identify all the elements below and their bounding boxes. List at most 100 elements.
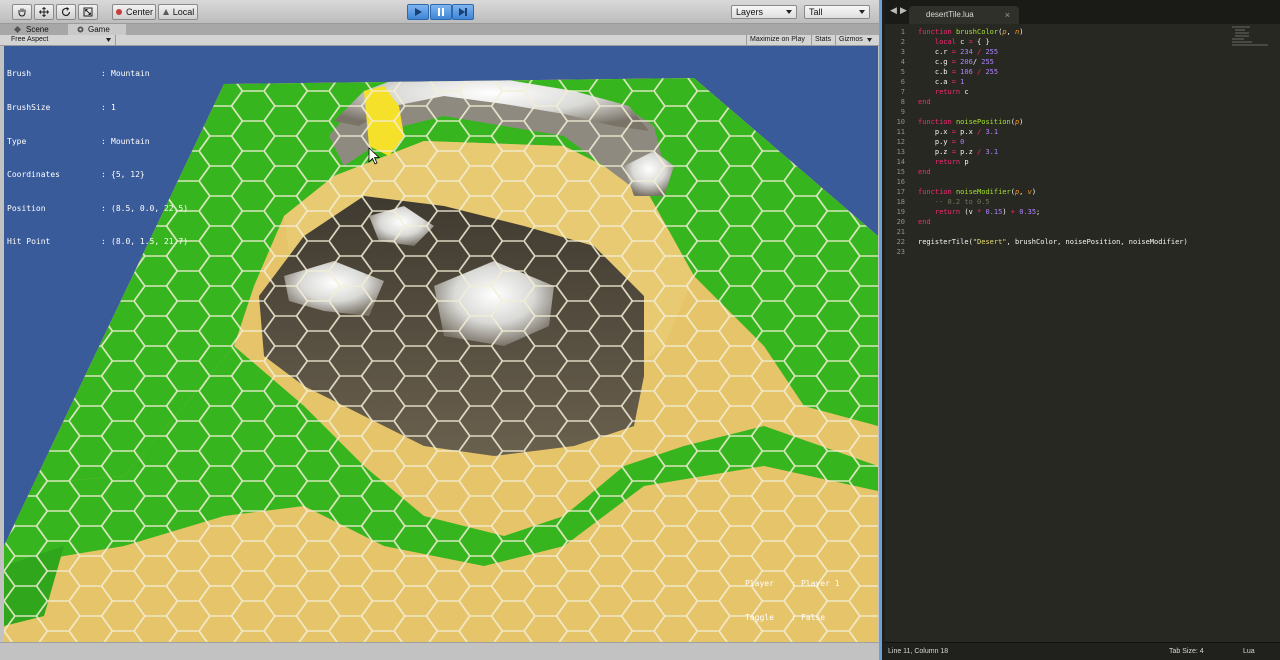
code-token: )	[1019, 118, 1024, 126]
tab-size-selector[interactable]: Tab Size: 4	[1169, 648, 1204, 655]
nav-forward-icon[interactable]: ▶	[900, 5, 907, 16]
code-token: )	[1002, 208, 1011, 216]
nav-back-icon[interactable]: ◀	[890, 5, 897, 16]
view-tabs: Scene Game	[0, 24, 879, 35]
code-line[interactable]: local c = { }	[918, 37, 1228, 47]
code-token: end	[918, 168, 931, 176]
code-line[interactable]: end	[918, 97, 1228, 107]
move-tool-button[interactable]	[34, 4, 54, 20]
code-line[interactable]	[918, 177, 1228, 187]
code-token: return	[934, 88, 961, 96]
code-token: c	[955, 38, 969, 46]
code-token: return	[934, 208, 961, 216]
code-line[interactable]: return c	[918, 87, 1228, 97]
gizmos-dropdown[interactable]: Gizmos	[835, 35, 872, 45]
pause-button[interactable]	[430, 4, 452, 20]
line-number: 8	[900, 98, 905, 106]
code-token: /	[972, 58, 982, 66]
syntax-selector[interactable]: Lua	[1243, 648, 1255, 655]
code-line[interactable]: function brushColor(p, n)	[918, 27, 1228, 37]
code-line[interactable]: c.a = 1	[918, 77, 1228, 87]
step-icon	[459, 8, 467, 16]
scale-tool-button[interactable]	[78, 4, 98, 20]
hand-icon	[18, 8, 26, 17]
code-line[interactable]: c.b = 106 / 255	[918, 67, 1228, 77]
line-number: 10	[896, 118, 905, 126]
code-line[interactable]	[918, 247, 1228, 257]
code-token: local	[934, 38, 956, 46]
maximize-on-play-toggle[interactable]: Maximize on Play	[746, 35, 808, 45]
play-icon	[415, 8, 422, 16]
code-token: ,	[1019, 188, 1028, 196]
info-row: Player: Player 1	[745, 579, 840, 589]
hand-tool-button[interactable]	[12, 4, 32, 20]
info-row: Type: Mountain	[7, 136, 150, 146]
code-line[interactable]: -- 0.2 to 0.5	[918, 197, 1228, 207]
code-line[interactable]: p.y = 0	[918, 137, 1228, 147]
code-line[interactable]	[918, 227, 1228, 237]
editor-status-bar: Line 11, Column 18 Tab Size: 4 Lua	[885, 642, 1280, 660]
code-token: c	[960, 88, 969, 96]
tab-game[interactable]: Game	[68, 24, 126, 35]
aspect-dropdown[interactable]: Free Aspect	[8, 35, 116, 45]
code-token: 3.1	[985, 148, 999, 156]
code-token: ;	[1036, 208, 1041, 216]
code-line[interactable]: return p	[918, 157, 1228, 167]
code-token: p.x	[955, 128, 978, 136]
code-token: ,	[1006, 28, 1015, 36]
code-line[interactable]: c.r = 234 / 255	[918, 47, 1228, 57]
code-token: 3.1	[985, 128, 999, 136]
code-line[interactable]: p.z = p.z / 3.1	[918, 147, 1228, 157]
move-icon	[39, 7, 49, 17]
chevron-down-icon	[786, 10, 792, 14]
tab-scene[interactable]: Scene	[6, 24, 68, 35]
line-number: 3	[900, 48, 905, 56]
line-number: 20	[896, 218, 905, 226]
close-tab-icon[interactable]: ×	[1005, 6, 1010, 24]
code-token: p.z	[955, 148, 978, 156]
code-token: 0	[960, 138, 965, 146]
pivot-center-icon	[115, 9, 122, 15]
line-number: 18	[896, 198, 905, 206]
code-line[interactable]: p.x = p.x / 3.1	[918, 127, 1228, 137]
code-token: )	[1031, 188, 1037, 196]
pivot-local-button[interactable]: Local	[158, 4, 198, 20]
code-line[interactable]: return (v * 0.15) + 0.35;	[918, 207, 1228, 217]
chevron-down-icon	[859, 10, 865, 14]
rotate-tool-button[interactable]	[56, 4, 76, 20]
brush-info-panel: Brush: Mountain BrushSize:1 Type: Mountain…	[7, 46, 188, 270]
line-number: 2	[900, 38, 905, 46]
minimap[interactable]	[1232, 26, 1272, 56]
code-line[interactable]: end	[918, 217, 1228, 227]
editor-tab-desertTile[interactable]: desertTile.lua ×	[909, 6, 1019, 24]
line-number: 17	[896, 188, 905, 196]
code-line[interactable]: function noisePosition(p)	[918, 117, 1228, 127]
code-token: p.z	[918, 148, 952, 156]
step-button[interactable]	[452, 4, 474, 20]
code-token: p	[960, 158, 969, 166]
editor-tab-bar: ◀ ▶ desertTile.lua ×	[885, 0, 1280, 24]
code-token: noiseModifier	[955, 188, 1011, 196]
info-row: Toggle: False	[745, 613, 826, 623]
code-token: c.a	[918, 78, 952, 86]
code-line[interactable]	[918, 107, 1228, 117]
layout-dropdown[interactable]: Tall	[804, 5, 870, 19]
unity-status-bar	[0, 642, 879, 660]
game-view[interactable]: Brush: Mountain BrushSize:1 Type: Mountain…	[4, 46, 878, 642]
code-token: noisePosition	[955, 118, 1011, 126]
code-token: end	[918, 218, 931, 226]
code-area[interactable]: function brushColor(p, n) local c = { } …	[918, 27, 1228, 257]
pause-icon	[438, 8, 444, 16]
code-token: c.b	[918, 68, 952, 76]
code-token: 1	[960, 78, 965, 86]
code-line[interactable]: c.g = 206/ 255	[918, 57, 1228, 67]
code-line[interactable]: end	[918, 167, 1228, 177]
code-line[interactable]: function noiseModifier(p, v)	[918, 187, 1228, 197]
pivot-center-button[interactable]: Center	[112, 4, 156, 20]
layers-dropdown[interactable]: Layers	[731, 5, 797, 19]
code-token: function	[918, 28, 956, 36]
code-line[interactable]: registerTile("Desert", brushColor, noise…	[918, 237, 1228, 247]
play-button[interactable]	[407, 4, 429, 20]
stats-toggle[interactable]: Stats	[811, 35, 834, 45]
